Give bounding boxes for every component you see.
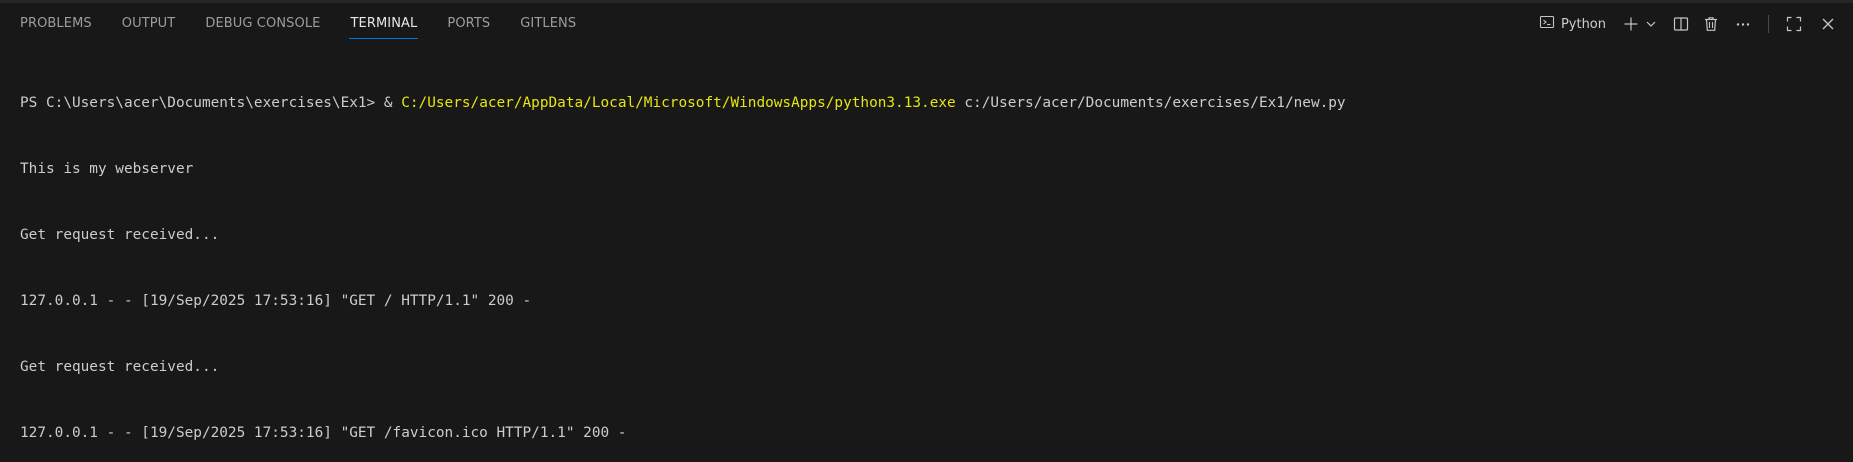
more-icon — [1735, 16, 1751, 32]
kill-terminal-button[interactable] — [1700, 11, 1722, 37]
terminal-output-line: 127.0.0.1 - - [19/Sep/2025 17:53:16] "GE… — [20, 425, 627, 441]
tab-output[interactable]: OUTPUT — [122, 3, 176, 45]
actions-divider — [1768, 15, 1769, 33]
close-icon — [1820, 16, 1836, 32]
chevron-down-icon — [1645, 18, 1657, 30]
terminal-profile-button[interactable]: Python — [1535, 11, 1610, 37]
maximize-icon — [1786, 16, 1802, 32]
terminal-profile-label: Python — [1560, 16, 1606, 32]
split-terminal-button[interactable] — [1670, 11, 1692, 37]
tab-ports[interactable]: PORTS — [447, 3, 490, 45]
terminal-output-line: Get request received... — [20, 227, 220, 243]
command-operator: & — [383, 95, 402, 111]
maximize-panel-button[interactable] — [1783, 11, 1805, 37]
panel-actions: Python — [1535, 3, 1839, 45]
split-icon — [1673, 16, 1689, 32]
terminal-output-line: This is my webserver — [20, 161, 194, 177]
terminal-command-line: PS C:\Users\acer\Documents\exercises\Ex1… — [20, 92, 1840, 114]
more-actions-button[interactable] — [1732, 11, 1754, 37]
launch-profile-dropdown[interactable] — [1644, 11, 1658, 37]
tab-debug-console[interactable]: DEBUG CONSOLE — [205, 3, 320, 45]
terminal-output[interactable]: PS C:\Users\acer\Documents\exercises\Ex1… — [20, 48, 1840, 462]
panel-header: PROBLEMS OUTPUT DEBUG CONSOLE TERMINAL P… — [0, 3, 1853, 45]
terminal-output-line: Get request received... — [20, 359, 220, 375]
tab-problems[interactable]: PROBLEMS — [20, 3, 92, 45]
terminal-prompt: PS C:\Users\acer\Documents\exercises\Ex1… — [20, 95, 384, 111]
panel-tabs: PROBLEMS OUTPUT DEBUG CONSOLE TERMINAL P… — [20, 3, 606, 45]
terminal-output-line: 127.0.0.1 - - [19/Sep/2025 17:53:16] "GE… — [20, 293, 532, 309]
trash-icon — [1703, 16, 1719, 32]
plus-icon — [1623, 16, 1639, 32]
new-terminal-button[interactable] — [1620, 11, 1642, 37]
tab-terminal[interactable]: TERMINAL — [349, 3, 419, 45]
tab-gitlens[interactable]: GITLENS — [520, 3, 576, 45]
command-args: c:/Users/acer/Documents/exercises/Ex1/ne… — [955, 95, 1346, 111]
terminal-icon — [1539, 14, 1555, 34]
command-exe-path: C:/Users/acer/AppData/Local/Microsoft/Wi… — [401, 95, 956, 111]
close-panel-button[interactable] — [1817, 11, 1839, 37]
